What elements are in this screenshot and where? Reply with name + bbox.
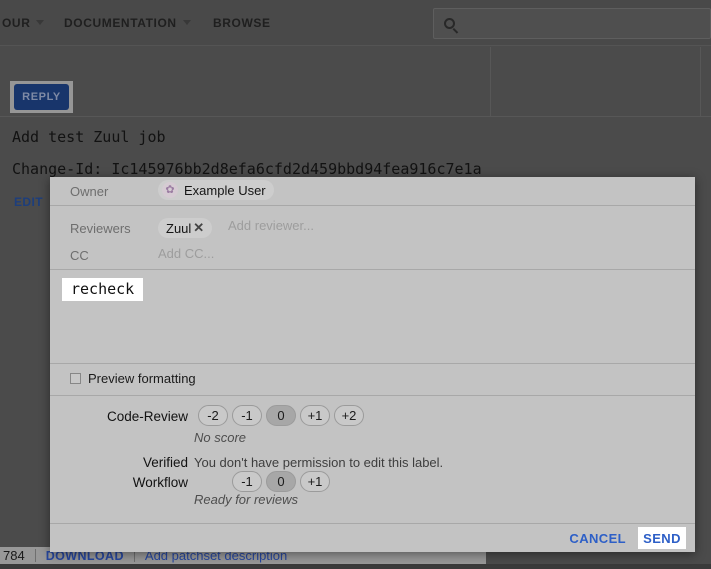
nav-item-our-label: OUR [2, 16, 30, 30]
reviewers-section: Reviewers Zuul ✕ CC [50, 205, 695, 269]
page-column-divider [490, 47, 491, 116]
reply-button-highlight: REPLY [10, 81, 73, 113]
page-divider [0, 116, 711, 117]
reply-button[interactable]: REPLY [14, 84, 69, 110]
search-input[interactable] [463, 16, 710, 31]
workflow-zero-button[interactable]: 0 [266, 471, 296, 492]
workflow-label: Workflow [50, 475, 188, 490]
commit-change-id: Change-Id: Ic145976bb2d8efa6cfd2d459bbd9… [12, 160, 482, 178]
code-review-label: Code-Review [50, 409, 188, 424]
owner-name: Example User [184, 183, 266, 198]
nav-item-browse-label: BROWSE [213, 16, 271, 30]
page-column-divider [700, 47, 701, 116]
page-bottom-edge [0, 564, 711, 569]
add-reviewer-input[interactable] [228, 218, 408, 233]
reviewer-name: Zuul [166, 221, 191, 236]
vote-labels-section: Code-Review -2 -1 0 +1 +2 No score Verif… [50, 395, 695, 523]
preview-formatting-label: Preview formatting [88, 371, 196, 386]
workflow-plus1-button[interactable]: +1 [300, 471, 330, 492]
nav-item-browse[interactable]: BROWSE [213, 16, 271, 30]
gerrit-screen: OUR DOCUMENTATION BROWSE REPLY Add test … [0, 0, 711, 569]
verified-label: Verified [50, 455, 188, 470]
code-review-plus1-button[interactable]: +1 [300, 405, 330, 426]
verified-permission-message: You don't have permission to edit this l… [194, 455, 443, 470]
code-review-status: No score [194, 430, 246, 445]
nav-item-our[interactable]: OUR [2, 16, 44, 30]
reviewer-chip[interactable]: Zuul ✕ [158, 218, 212, 238]
divider [35, 549, 36, 562]
send-button[interactable]: SEND [638, 527, 686, 549]
nav-item-documentation-label: DOCUMENTATION [64, 16, 177, 30]
reply-message-text: recheck [62, 278, 143, 301]
reviewers-label: Reviewers [70, 221, 131, 236]
reply-dialog: Owner ✿ Example User Reviewers Zuul ✕ CC… [50, 177, 695, 552]
code-review-minus2-button[interactable]: -2 [198, 405, 228, 426]
workflow-minus1-button[interactable]: -1 [232, 471, 262, 492]
search-box[interactable] [433, 8, 711, 39]
chevron-down-icon [36, 20, 44, 25]
nav-item-documentation[interactable]: DOCUMENTATION [64, 16, 191, 30]
top-nav-bar: OUR DOCUMENTATION BROWSE [0, 0, 711, 46]
cancel-button[interactable]: CANCEL [569, 531, 626, 546]
preview-formatting-row: Preview formatting [50, 363, 695, 395]
code-review-zero-button[interactable]: 0 [266, 405, 296, 426]
workflow-status: Ready for reviews [194, 492, 298, 507]
edit-link[interactable]: EDIT [14, 195, 43, 209]
chevron-down-icon [183, 20, 191, 25]
avatar-icon: ✿ [162, 182, 178, 198]
preview-formatting-checkbox[interactable] [70, 373, 81, 384]
owner-chip[interactable]: ✿ Example User [158, 180, 274, 200]
code-review-plus2-button[interactable]: +2 [334, 405, 364, 426]
owner-row: Owner ✿ Example User [50, 177, 695, 205]
add-cc-input[interactable] [158, 246, 338, 261]
reply-message-textarea[interactable]: recheck [50, 269, 695, 363]
patchset-number: 784 [3, 548, 25, 563]
owner-label: Owner [70, 184, 108, 199]
remove-reviewer-icon[interactable]: ✕ [193, 220, 204, 236]
search-icon [444, 18, 455, 29]
code-review-minus1-button[interactable]: -1 [232, 405, 262, 426]
dialog-footer: CANCEL SEND [50, 523, 695, 552]
commit-message-line: Add test Zuul job [12, 128, 166, 146]
cc-label: CC [70, 248, 89, 263]
